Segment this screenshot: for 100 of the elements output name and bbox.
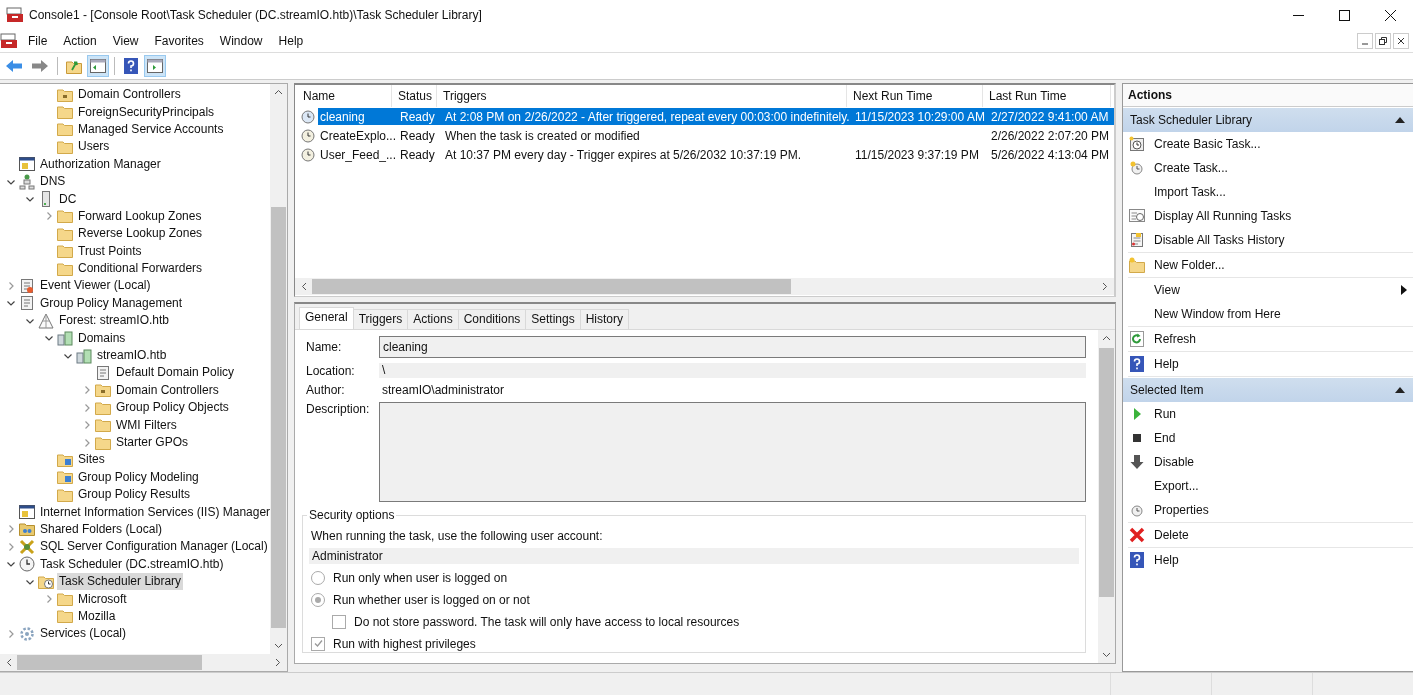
checkbox[interactable] <box>311 636 325 651</box>
action-link[interactable]: Run <box>1154 407 1176 421</box>
close-button[interactable] <box>1393 33 1409 49</box>
action-link[interactable]: Disable All Tasks History <box>1154 233 1285 247</box>
column-header[interactable]: Triggers <box>437 85 847 107</box>
menu-item[interactable]: Window <box>211 34 271 48</box>
menu-item[interactable]: File <box>20 34 56 48</box>
action-link[interactable]: Display All Running Tasks <box>1154 209 1292 223</box>
action-link[interactable]: New Window from Here <box>1154 307 1281 321</box>
tree-item[interactable]: Trust Points <box>76 242 144 260</box>
column-header[interactable]: Last Run Time <box>983 85 1111 107</box>
tree-item[interactable]: DNS <box>38 173 68 191</box>
task-row[interactable]: cleaning Ready At 2:08 PM on 2/26/2022 - After triggered, repeat every 00:03:00 indefinitely. 11/15/2023 10:29:00 AM 2/27/2022 9:41:00 AM <box>318 108 1114 125</box>
action-link[interactable]: End <box>1154 431 1176 445</box>
tree-item[interactable]: streamIO.htb <box>95 347 169 365</box>
column-header[interactable]: Status <box>392 85 437 107</box>
action-link[interactable]: Properties <box>1154 503 1209 517</box>
tree-item[interactable]: Domains <box>76 329 128 347</box>
field-label: Name: <box>306 340 343 354</box>
tree-item[interactable]: Forward Lookup Zones <box>76 207 204 225</box>
action-link[interactable]: Create Task... <box>1154 161 1228 175</box>
tab[interactable]: History <box>579 309 630 329</box>
action-link[interactable]: Delete <box>1154 528 1189 542</box>
column-header[interactable]: Name <box>297 85 392 107</box>
tree-item[interactable]: Group Policy Management <box>38 294 185 312</box>
radio-button[interactable] <box>311 592 325 607</box>
buildings-icon <box>76 347 92 364</box>
left-caret-icon <box>6 658 12 667</box>
action-link[interactable]: View <box>1154 283 1180 297</box>
action-link[interactable]: Help <box>1154 357 1179 371</box>
tree-item[interactable]: Task Scheduler Library <box>57 573 184 591</box>
task-row[interactable]: User_Feed_... Ready At 10:37 PM every day - Trigger expires at 5/26/2032 10:37:19 PM. 11/15/2023 9:37:19 PM 5/26/2022 4:13:04 PM <box>318 146 1114 163</box>
show-tree-button[interactable] <box>87 55 109 77</box>
tab[interactable]: Settings <box>525 309 581 329</box>
tree-item[interactable]: SQL Server Configuration Manager (Local) <box>38 538 270 556</box>
menu-item[interactable]: View <box>104 34 147 48</box>
tab[interactable]: Triggers <box>352 309 409 329</box>
tree-item[interactable]: Shared Folders (Local) <box>38 520 165 538</box>
clock-icon <box>1129 160 1145 176</box>
vertical-scrollbar[interactable] <box>270 84 287 654</box>
tree-item[interactable]: Task Scheduler (DC.streamIO.htb) <box>38 555 226 573</box>
tree-item[interactable]: DC <box>57 190 79 208</box>
name-field[interactable]: cleaning <box>379 336 1086 358</box>
clock-icon <box>1129 502 1145 518</box>
column-header[interactable]: Next Run Time <box>847 85 983 107</box>
tree-item[interactable]: ForeignSecurityPrincipals <box>76 103 217 121</box>
tab[interactable]: General <box>299 307 354 329</box>
action-link[interactable]: Help <box>1154 553 1179 567</box>
show-action-pane-button[interactable] <box>144 55 166 77</box>
author-value: streamIO\administrator <box>381 383 505 397</box>
tree-item[interactable]: Group Policy Results <box>76 486 193 504</box>
horizontal-scrollbar[interactable] <box>295 278 1114 295</box>
action-link[interactable]: Disable <box>1154 455 1195 469</box>
tree-item[interactable]: Group Policy Objects <box>114 399 231 417</box>
menu-item[interactable]: Favorites <box>146 34 212 48</box>
tree-item[interactable]: Mozilla <box>76 607 118 625</box>
tree-item[interactable]: Services (Local) <box>38 625 129 643</box>
clock-folder-icon <box>38 574 54 589</box>
menu-item[interactable]: Help <box>270 34 312 48</box>
action-link[interactable]: New Folder... <box>1154 258 1225 272</box>
action-link[interactable]: Import Task... <box>1154 185 1226 199</box>
folder-icon <box>95 418 111 433</box>
window-title: Console1 - [Console Root\Task Scheduler (DC.streamIO.htb)\Task Scheduler Library] <box>29 8 482 22</box>
tree-item[interactable]: Users <box>76 138 112 156</box>
document-icon <box>19 278 35 294</box>
tree-item[interactable]: Internet Information Services (IIS) Manager <box>38 503 270 521</box>
tree-item[interactable]: Conditional Forwarders <box>76 260 205 278</box>
tree-item[interactable]: Managed Service Accounts <box>76 120 226 138</box>
section-header[interactable]: Selected Item <box>1123 378 1413 402</box>
task-row[interactable]: CreateExplo... Ready When the task is created or modified 2/26/2022 2:07:20 PM <box>318 127 1114 144</box>
new-folder-icon <box>1129 257 1145 273</box>
tree-item[interactable]: WMI Filters <box>114 416 179 434</box>
vertical-scrollbar[interactable] <box>1098 330 1115 663</box>
tree-item[interactable]: Sites <box>76 451 107 469</box>
horizontal-scrollbar[interactable] <box>0 654 287 671</box>
tree-item[interactable]: Reverse Lookup Zones <box>76 225 205 243</box>
account-prompt: When running the task, use the following user account: <box>311 529 604 543</box>
action-link[interactable]: Refresh <box>1154 332 1197 346</box>
folder-icon <box>57 139 73 154</box>
description-field[interactable] <box>379 402 1086 502</box>
tree-item[interactable]: Group Policy Modeling <box>76 468 201 486</box>
tree-item[interactable]: Default Domain Policy <box>114 364 237 382</box>
tree-item[interactable]: Event Viewer (Local) <box>38 277 153 295</box>
tree-item[interactable]: Forest: streamIO.htb <box>57 312 172 330</box>
tree-item[interactable]: Microsoft <box>76 590 129 608</box>
action-link[interactable]: Create Basic Task... <box>1154 137 1261 151</box>
menu-item[interactable]: Action <box>55 34 105 48</box>
tree-item[interactable]: Starter GPOs <box>114 434 191 451</box>
folder-icon <box>57 470 73 485</box>
section-title: Task Scheduler Library <box>1130 113 1253 127</box>
tree-item[interactable]: Domain Controllers <box>76 86 183 104</box>
radio-button[interactable] <box>311 570 325 585</box>
action-link[interactable]: Export... <box>1154 479 1199 493</box>
tree-item[interactable]: Domain Controllers <box>114 381 221 399</box>
restore-button[interactable] <box>1375 33 1391 49</box>
right-caret-icon <box>1102 282 1108 291</box>
section-header[interactable]: Task Scheduler Library <box>1123 108 1413 132</box>
tree-item[interactable]: Authorization Manager <box>38 155 163 173</box>
checkbox[interactable] <box>332 614 346 629</box>
down-caret-icon <box>1102 652 1111 658</box>
